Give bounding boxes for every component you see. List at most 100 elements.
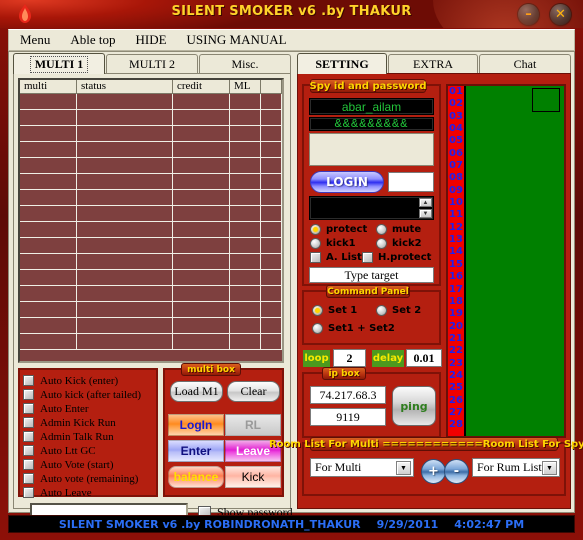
table-row[interactable] [20, 206, 282, 222]
checkbox-h-protect[interactable] [362, 252, 373, 263]
checkbox-auto-kick-after-tailed[interactable] [23, 389, 34, 400]
checkbox-auto-ltt-gc[interactable] [23, 445, 34, 456]
radio-set1-plus-set2[interactable] [312, 323, 323, 334]
login-multi-button[interactable]: LogIn [168, 414, 224, 436]
load-m1-button[interactable]: Load M1 [170, 381, 223, 402]
spy-slot-list[interactable]: 01 02 03 04 05 06 07 08 09 10 11 12 13 14 15 16 17 18 19 20… [446, 84, 566, 438]
rl-button[interactable]: RL [225, 414, 281, 436]
table-row[interactable] [20, 110, 282, 126]
menu-item-menu[interactable]: Menu [17, 31, 53, 49]
list-item[interactable]: Auto Kick (enter) [23, 374, 156, 387]
radio-kick1[interactable] [310, 238, 321, 249]
tab-misc-label: Misc. [231, 56, 259, 71]
remove-room-button[interactable]: - [444, 459, 469, 484]
table-row[interactable] [20, 94, 282, 110]
room-list-spy-combo[interactable]: For Rum List ▼ [472, 458, 560, 477]
menu-item-able-top[interactable]: Able top [67, 31, 118, 49]
table-row[interactable] [20, 270, 282, 286]
list-item[interactable]: Auto kick (after tailed) [23, 388, 156, 401]
table-row[interactable] [20, 318, 282, 334]
tab-setting[interactable]: SETTING [297, 53, 387, 74]
check-row-a-list[interactable]: A. List [310, 252, 362, 263]
add-room-button[interactable]: + [421, 459, 446, 484]
radio-set1[interactable] [312, 305, 323, 316]
spy-login-button[interactable]: LOGIN [310, 171, 384, 193]
room-list-multi-combo[interactable]: For Multi ▼ [310, 458, 414, 477]
table-row[interactable] [20, 190, 282, 206]
delay-input[interactable]: 0.01 [406, 349, 442, 367]
radio-row-set2[interactable]: Set 2 [376, 305, 421, 316]
table-cell [261, 270, 282, 285]
checkbox-admin-kick-run[interactable] [23, 417, 34, 428]
radio-kick2[interactable] [376, 238, 387, 249]
enter-button[interactable]: Enter [168, 440, 224, 462]
checkbox-auto-vote-remaining[interactable] [23, 473, 34, 484]
checkbox-auto-leave[interactable] [23, 487, 34, 498]
checkbox-a-list[interactable] [310, 252, 321, 263]
chevron-down-icon[interactable]: ▼ [396, 461, 411, 475]
spin-down-button[interactable]: ▼ [419, 209, 432, 218]
spy-side-input[interactable] [388, 172, 434, 192]
close-button[interactable]: ✕ [550, 4, 571, 25]
table-row[interactable] [20, 222, 282, 238]
menu-item-using-manual[interactable]: USING MANUAL [184, 31, 290, 49]
radio-row-set1-set2[interactable]: Set1 + Set2 [312, 323, 395, 334]
ping-button[interactable]: ping [392, 386, 436, 426]
loop-input[interactable]: 2 [333, 349, 366, 367]
list-item[interactable]: Auto Enter [23, 402, 156, 415]
list-item[interactable]: Auto vote (remaining) [23, 472, 156, 485]
table-cell [230, 142, 261, 157]
list-item[interactable]: Auto Vote (start) [23, 458, 156, 471]
table-row[interactable] [20, 254, 282, 270]
tab-multi-2[interactable]: MULTI 2 [106, 54, 198, 73]
radio-set2[interactable] [376, 305, 387, 316]
radio-row-protect[interactable]: protect [310, 224, 367, 235]
table-row[interactable] [20, 286, 282, 302]
checkbox-auto-kick-enter[interactable] [23, 375, 34, 386]
spy-note-box[interactable] [309, 133, 434, 166]
spy-username-input[interactable]: abar_ailam [309, 98, 434, 115]
ip-address-input[interactable]: 74.217.68.3 [310, 386, 386, 404]
tab-misc[interactable]: Misc. [199, 54, 291, 73]
label-h-protect: H.protect [378, 252, 432, 263]
radio-row-set1[interactable]: Set 1 [312, 305, 357, 316]
spy-log-box[interactable]: ▲ ▼ [309, 196, 434, 220]
table-row[interactable] [20, 158, 282, 174]
table-cell [230, 286, 261, 301]
table-row[interactable] [20, 302, 282, 318]
spin-up-button[interactable]: ▲ [419, 198, 432, 207]
radio-mute[interactable] [376, 224, 387, 235]
checkbox-admin-talk-run[interactable] [23, 431, 34, 442]
radio-protect[interactable] [310, 224, 321, 235]
tab-extra[interactable]: EXTRA [388, 54, 478, 73]
table-row[interactable] [20, 238, 282, 254]
table-cell [230, 318, 261, 333]
multi-grid[interactable]: multi status credit ML [18, 78, 284, 363]
table-row[interactable] [20, 174, 282, 190]
list-item[interactable]: Auto Ltt GC [23, 444, 156, 457]
list-item[interactable]: Admin Talk Run [23, 430, 156, 443]
checkbox-auto-vote-start[interactable] [23, 459, 34, 470]
table-row[interactable] [20, 126, 282, 142]
radio-row-kick2[interactable]: kick2 [376, 238, 422, 249]
type-target-input[interactable]: Type target [309, 267, 434, 283]
spy-password-input[interactable]: &&&&&&&&& [309, 117, 434, 131]
port-input[interactable]: 9119 [310, 408, 386, 426]
tab-multi-1[interactable]: MULTI 1 [13, 53, 105, 74]
table-row[interactable] [20, 142, 282, 158]
slot-content-area[interactable] [465, 86, 564, 436]
radio-row-kick1[interactable]: kick1 [310, 238, 356, 249]
tab-chat[interactable]: Chat [479, 54, 571, 73]
ip-box-caption: ip box [322, 367, 366, 380]
balance-button[interactable]: balance [168, 466, 224, 488]
checkbox-auto-enter[interactable] [23, 403, 34, 414]
clear-button[interactable]: Clear [227, 381, 280, 402]
minimize-button[interactable]: – [518, 4, 539, 25]
radio-row-mute[interactable]: mute [376, 224, 421, 235]
kick-button[interactable]: Kick [225, 466, 281, 488]
table-row[interactable] [20, 334, 282, 350]
check-row-h-protect[interactable]: H.protect [362, 252, 431, 263]
menu-item-hide[interactable]: HIDE [132, 31, 169, 49]
chevron-down-icon-2[interactable]: ▼ [542, 461, 557, 475]
list-item[interactable]: Admin Kick Run [23, 416, 156, 429]
